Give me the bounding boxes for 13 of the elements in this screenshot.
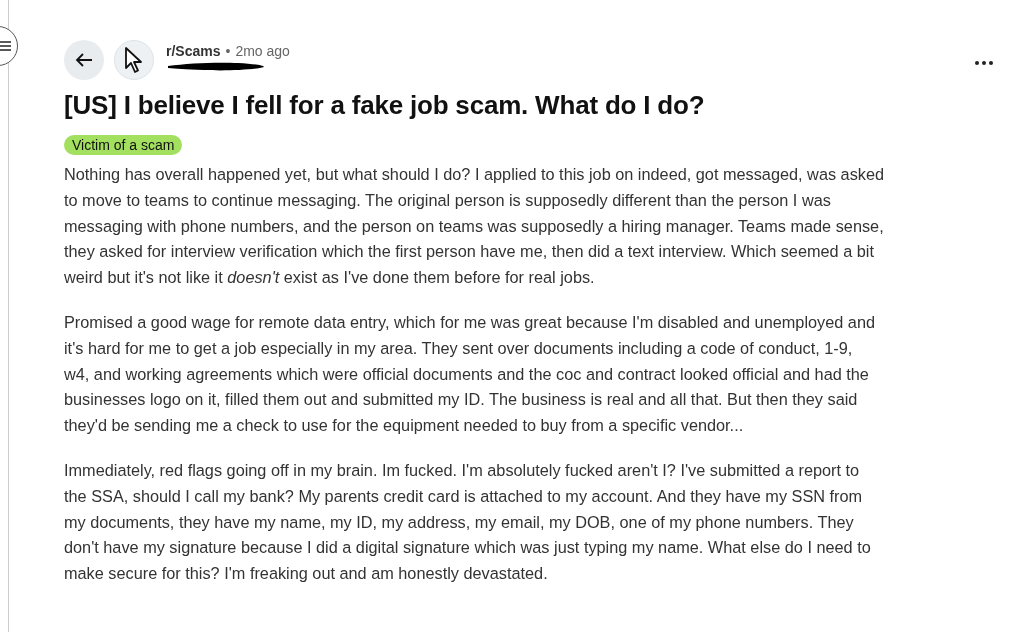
back-button[interactable] <box>64 40 104 80</box>
cursor-icon <box>124 46 144 74</box>
post-paragraph: Promised a good wage for remote data entry, which for me was great because I'm disabled and unemployed and it's hard for me to get a job especially in my area. They sent over documents including a code of conduct, 1-9, w4, and working agreements which were official documents and the coc and contract looked official and had the businesses logo on it, filled them out and submitted my ID. The business is real and all that. But then they said they'd be sending me a check to use for the equipment needed to buy from a specific vendor... <box>64 312 876 437</box>
menu-icon <box>0 40 11 52</box>
separator-dot: • <box>225 43 231 59</box>
post-paragraph: Nothing has overall happened yet, but what should I do? I applied to this job on indeed, got messaged, was asked to move to teams to continue messaging. The original person is supposedly different than the person I was messaging with phone numbers, and the person on teams was supposedly a hiring manager. Teams made sense, they asked for interview verification which the first person have me, then did a text interview. Which seemed a bit weird but it's not like it doesn't exist as I've done them before for real jobs. <box>64 164 886 289</box>
subreddit-name[interactable]: r/Scams <box>166 43 221 59</box>
more-icon <box>975 60 993 65</box>
post-paragraph: Immediately, red flags going off in my brain. Im fucked. I'm absolutely fucked aren't I? I've submitted a report to the SSA, should I call my bank? My parents credit card is attached to my account. And they have my SSN from my documents, they have my name, my ID, my address, my email, my DOB, one of my phone numbers. They don't have my signature because I did a digital signature which was just typing my name. What else do I need to make secure for this? I'm freaking out and am honestly devastated. <box>64 459 872 585</box>
back-arrow-icon <box>75 52 93 68</box>
post-age: 2mo ago <box>235 43 290 59</box>
post-flair[interactable]: Victim of a scam <box>64 135 183 155</box>
post-title: [US] I believe I fell for a fake job scam. What do I do? <box>64 90 706 121</box>
